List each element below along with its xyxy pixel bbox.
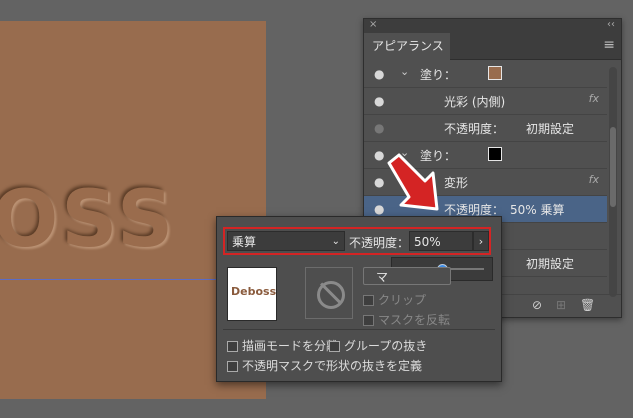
fx-icon: fx	[588, 173, 599, 186]
eye-icon[interactable]: ●	[374, 148, 384, 162]
close-icon[interactable]: ×	[369, 19, 377, 30]
checkbox-box[interactable]	[329, 341, 340, 352]
fill-label: 塗り：	[420, 68, 457, 82]
list-item[interactable]: ● 光彩 (内側) fx	[364, 88, 607, 115]
panel-tab-row: アピアランス ≡	[364, 33, 621, 60]
divider	[223, 329, 495, 330]
tab-appearance[interactable]: アピアランス	[364, 33, 450, 60]
effect-label[interactable]: 光彩 (内側)	[444, 93, 505, 110]
opacity-knockout-label: 不透明マスクで形状の抜きを定義	[242, 359, 423, 373]
make-mask-button[interactable]: マ	[363, 267, 451, 285]
invert-mask-checkbox[interactable]: マスクを反転	[363, 311, 450, 328]
transparency-popup: 乗算 ⌄ 不透明度： 50% › Deboss マ クリップ マスクを反転 描画…	[216, 216, 502, 382]
fx-icon: fx	[588, 92, 599, 105]
chevron-down-icon[interactable]: ⌄	[400, 65, 409, 78]
opacity-value: 初期設定	[526, 257, 575, 271]
red-arrow-icon	[387, 153, 439, 211]
clip-checkbox[interactable]: クリップ	[363, 291, 426, 308]
opacity-knockout-checkbox[interactable]: 不透明マスクで形状の抜きを定義	[227, 357, 422, 374]
eye-icon[interactable]: ●	[374, 121, 384, 135]
panel-menu-icon[interactable]: ≡	[603, 37, 615, 53]
clip-label: クリップ	[378, 293, 427, 307]
fill-swatch[interactable]	[488, 147, 502, 161]
opacity-value: 50% 乗算	[510, 203, 565, 217]
trash-icon[interactable]: 🗑	[580, 298, 595, 312]
isolate-blending-label: 描画モードを分離	[242, 339, 339, 353]
blend-mode-select[interactable]: 乗算 ⌄	[227, 231, 345, 251]
blend-mode-value: 乗算	[232, 235, 257, 249]
checkbox-box[interactable]	[363, 295, 374, 306]
fill-swatch[interactable]	[488, 66, 502, 80]
eye-icon[interactable]: ●	[374, 175, 384, 189]
checkbox-box[interactable]	[227, 361, 238, 372]
isolate-blending-checkbox[interactable]: 描画モードを分離	[227, 337, 338, 354]
clear-icon[interactable]: ⊘	[532, 298, 542, 312]
eye-icon[interactable]: ●	[374, 67, 384, 81]
eye-icon[interactable]: ●	[374, 94, 384, 108]
opacity-slider-button[interactable]: ›	[473, 231, 489, 251]
guide-line	[0, 279, 230, 280]
chevron-down-icon: ⌄	[331, 236, 340, 247]
opacity-label[interactable]: 不透明度：	[444, 120, 504, 137]
list-item[interactable]: ● ⌄ 塗り：	[364, 61, 607, 88]
list-item[interactable]: ● 不透明度： 初期設定	[364, 115, 607, 142]
thumbnail-text: Deboss	[231, 285, 277, 298]
knockout-group-checkbox[interactable]: グループの抜き	[329, 337, 427, 354]
checkbox-box[interactable]	[227, 341, 238, 352]
scrollbar-thumb[interactable]	[610, 127, 616, 207]
eye-icon[interactable]: ●	[374, 202, 384, 216]
duplicate-icon[interactable]: ⊞	[556, 298, 566, 312]
collapse-icon[interactable]: ‹‹	[607, 19, 615, 30]
knockout-group-label: グループの抜き	[344, 339, 428, 353]
opacity-value: 初期設定	[526, 122, 575, 136]
panel-titlebar: × ‹‹	[364, 19, 621, 33]
embossed-text: OSS	[0, 175, 177, 265]
transform-label[interactable]: 変形	[444, 174, 468, 191]
opacity-input[interactable]: 50%	[409, 231, 473, 251]
checkbox-box[interactable]	[363, 315, 374, 326]
scrollbar[interactable]	[609, 67, 617, 297]
object-thumbnail: Deboss	[227, 267, 277, 321]
mask-thumbnail[interactable]	[305, 267, 353, 319]
opacity-label: 不透明度：	[349, 236, 410, 250]
invert-mask-label: マスクを反転	[378, 313, 451, 327]
